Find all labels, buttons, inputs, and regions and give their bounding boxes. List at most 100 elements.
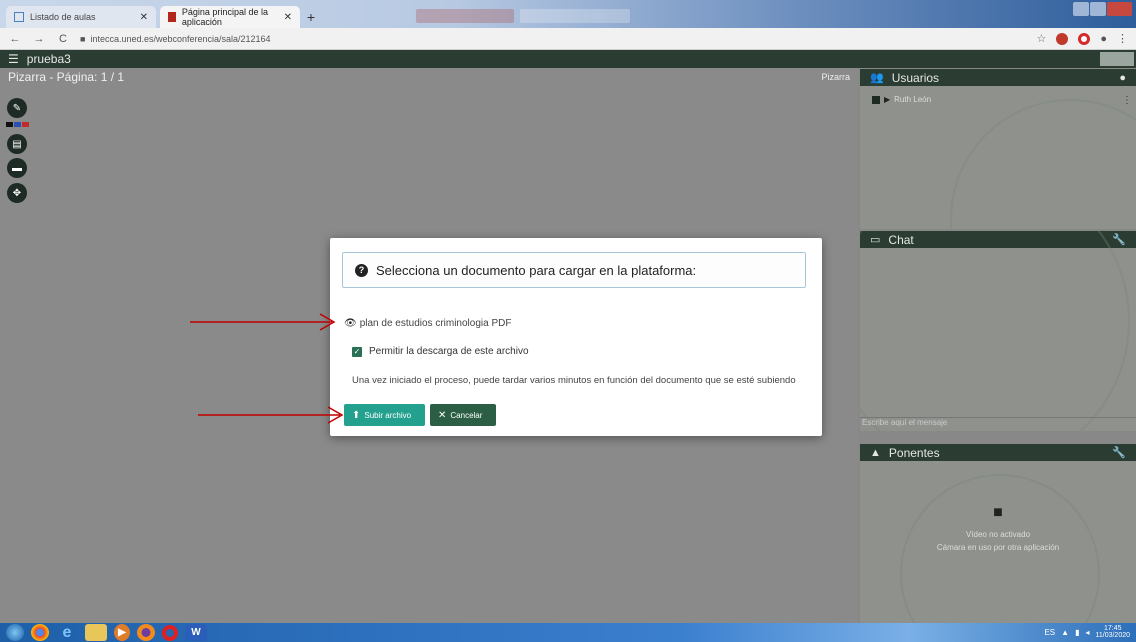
new-tab-button[interactable]: +: [303, 9, 319, 25]
background-window-tab: [416, 9, 514, 23]
room-name: prueba3: [26, 52, 71, 66]
color-swatches[interactable]: [6, 122, 29, 127]
allow-download-checkbox[interactable]: ✓: [352, 346, 362, 357]
start-button-icon[interactable]: [6, 624, 24, 641]
opera-icon[interactable]: [1078, 32, 1091, 45]
annotation-arrow-upload: [198, 406, 344, 424]
upload-dialog: ? Selecciona un documento para cargar en…: [330, 238, 822, 436]
video-status: Vídeo no activado: [965, 530, 1031, 539]
close-tab-icon[interactable]: ✕: [140, 12, 148, 23]
volume-icon[interactable]: ◂: [1085, 628, 1089, 637]
app-header: ☰ prueba3: [0, 50, 1136, 68]
tab-listado-de-aulas[interactable]: Listado de aulas ✕: [6, 6, 156, 28]
swatch-black[interactable]: [6, 122, 13, 127]
close-window-icon[interactable]: [1106, 2, 1132, 16]
dialog-header: ? Selecciona un documento para cargar en…: [342, 252, 806, 288]
file-name: plan de estudios criminologia PDF: [359, 318, 512, 329]
seal-watermark: [860, 231, 1130, 431]
reload-icon[interactable]: C: [56, 32, 70, 46]
tab-title: Página principal de la aplicación: [181, 7, 268, 27]
user-name: Ruth León: [894, 95, 932, 104]
url-text: intecca.uned.es/webconferencia/sala/2121…: [90, 33, 271, 44]
users-icon: 👥: [870, 72, 884, 84]
speakers-panel-header: ▲ Ponentes 🔧: [860, 444, 1136, 461]
seal-watermark: [950, 99, 1136, 229]
user-media-icon: ▶: [884, 95, 891, 104]
users-panel-header: 👥 Usuarios ●: [860, 69, 1136, 86]
selected-file[interactable]: 👁 plan de estudios criminologia PDF: [344, 318, 511, 329]
question-icon: ?: [355, 263, 368, 277]
speaker-icon: ▲: [870, 446, 881, 459]
close-tab-icon[interactable]: ✕: [284, 12, 292, 23]
chrome-icon[interactable]: [31, 624, 49, 641]
app-favicon-icon: [168, 12, 176, 22]
upload-label: Subir archivo: [364, 410, 412, 420]
wrench-icon[interactable]: 🔧: [1112, 446, 1126, 459]
users-title: Usuarios: [891, 70, 940, 85]
eye-icon[interactable]: 👁: [344, 318, 357, 329]
camera-status: Cámara en uso por otra aplicación: [936, 543, 1060, 552]
address-bar: ← → C ■ intecca.uned.es/webconferencia/s…: [0, 28, 1136, 50]
firefox-icon[interactable]: [137, 624, 155, 641]
close-icon: ✕: [438, 409, 447, 421]
board-mode[interactable]: Pizarra: [821, 72, 850, 82]
tab-pagina-principal[interactable]: Página principal de la aplicación ✕: [160, 6, 300, 28]
page-icon: [14, 12, 24, 22]
user-role-icon: [872, 95, 880, 104]
pen-tool-icon[interactable]: ✎: [7, 98, 27, 118]
tray-arrow-icon[interactable]: ▲: [1061, 628, 1069, 637]
move-icon[interactable]: ✥: [7, 183, 27, 203]
board-title: Pizarra - Página: 1 / 1: [8, 70, 125, 84]
windows-taskbar: e ▶ W ES ▲ ▮ ◂ 17:45 11/03/2020: [0, 623, 1136, 642]
profile-icon[interactable]: ●: [1100, 33, 1107, 45]
maximize-icon[interactable]: [1089, 2, 1106, 16]
allow-download-label: Permitir la descarga de este archivo: [369, 346, 529, 357]
info-icon[interactable]: ●: [1119, 72, 1126, 84]
forward-icon[interactable]: →: [32, 32, 46, 46]
cancel-button[interactable]: ✕ Cancelar: [430, 404, 496, 426]
clock-time: 17:45: [1103, 625, 1122, 632]
uned-logo: [1100, 52, 1134, 66]
swatch-red[interactable]: [22, 122, 29, 127]
swatch-blue[interactable]: [14, 122, 21, 127]
url-field[interactable]: ■ intecca.uned.es/webconferencia/sala/21…: [80, 34, 271, 44]
background-window-tab: [520, 9, 630, 23]
annotation-arrow-file: [190, 313, 336, 331]
lock-icon: ■: [80, 33, 86, 44]
menu-icon[interactable]: ⋮: [1117, 32, 1128, 45]
internet-explorer-icon[interactable]: e: [56, 624, 78, 641]
speakers-title: Ponentes: [888, 445, 940, 460]
user-entry[interactable]: ▶ Ruth León ⋮: [872, 95, 1132, 106]
star-icon[interactable]: ☆: [1036, 32, 1046, 45]
window-controls[interactable]: [1072, 2, 1132, 18]
browser-toolbar-right: ☆ ● ⋮: [1036, 32, 1128, 45]
dialog-title: Selecciona un documento para cargar en l…: [376, 262, 697, 278]
upload-button[interactable]: ⬆ Subir archivo: [344, 404, 425, 426]
folder-icon[interactable]: ▬: [7, 158, 27, 178]
allow-download-row[interactable]: ✓ Permitir la descarga de este archivo: [352, 346, 529, 357]
clock[interactable]: 17:45 11/03/2020: [1095, 625, 1130, 639]
language-icon[interactable]: ES: [1044, 628, 1055, 637]
back-icon[interactable]: ←: [8, 32, 22, 46]
minimize-icon[interactable]: [1073, 2, 1089, 16]
speakers-panel: ▲ Ponentes 🔧 ■ Vídeo no activado Cámara …: [860, 444, 1136, 623]
upload-icon: ⬆: [352, 409, 361, 421]
chat-message-input[interactable]: Escribe aquí el mensaje: [860, 417, 1136, 431]
word-icon[interactable]: W: [185, 624, 207, 641]
browser-tabstrip: Listado de aulas ✕ Página principal de l…: [0, 0, 1136, 28]
extension-icon[interactable]: [1056, 32, 1069, 45]
media-player-icon[interactable]: ▶: [114, 624, 130, 641]
whiteboard-bar: Pizarra - Página: 1 / 1 Pizarra: [0, 68, 858, 86]
network-icon[interactable]: ▮: [1075, 628, 1079, 637]
clock-date: 11/03/2020: [1095, 632, 1130, 639]
system-tray: ES ▲ ▮ ◂ 17:45 11/03/2020: [1044, 625, 1130, 639]
hamburger-menu-icon[interactable]: ☰: [8, 52, 19, 66]
wrench-icon[interactable]: 🔧: [1112, 233, 1126, 246]
dialog-info-text: Una vez iniciado el proceso, puede tarda…: [352, 375, 796, 386]
chat-panel: ▭ Chat 🔧 Escribe aquí el mensaje: [860, 231, 1136, 431]
book-icon[interactable]: ▤: [7, 134, 27, 154]
opera-taskbar-icon[interactable]: [162, 624, 178, 641]
file-explorer-icon[interactable]: [85, 624, 107, 641]
user-options-icon[interactable]: ⋮: [1122, 95, 1132, 106]
tab-title: Listado de aulas: [30, 12, 96, 22]
